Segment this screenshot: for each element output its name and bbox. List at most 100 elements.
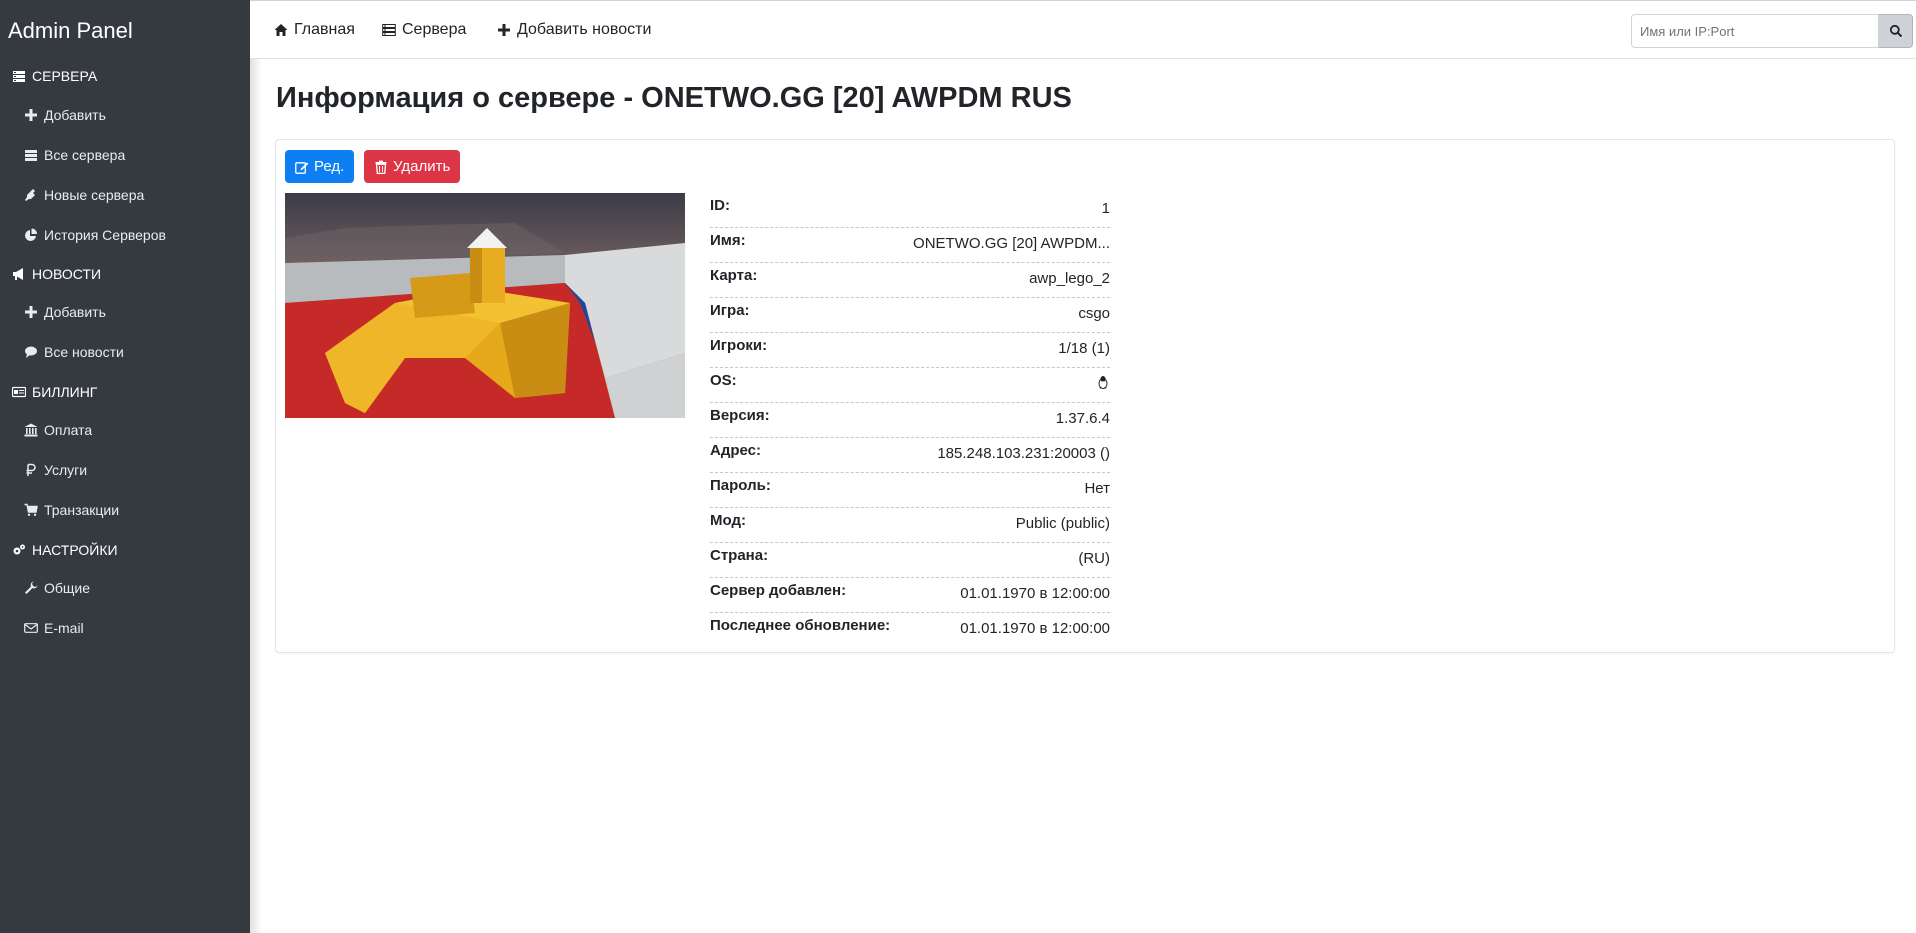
info-value: (RU) (1078, 550, 1110, 567)
sidebar-item-servers-add[interactable]: Добавить (24, 107, 106, 123)
nav-home-link[interactable]: Главная (274, 21, 355, 39)
edit-button[interactable]: Ред. (285, 150, 355, 183)
sidebar-item-news-add[interactable]: Добавить (24, 304, 106, 320)
info-key: Адрес: (710, 442, 761, 459)
server-icon (12, 69, 26, 83)
info-key: Игроки: (710, 337, 768, 354)
server-icon (24, 148, 38, 162)
map-preview-image (285, 193, 685, 418)
info-row-os: OS: (710, 368, 1110, 403)
search-button[interactable] (1879, 14, 1913, 48)
nav-servers-link[interactable]: Сервера (382, 21, 466, 39)
sidebar-section-news: НОВОСТИ (12, 266, 101, 282)
sidebar-section-label: СЕРВЕРА (32, 68, 98, 84)
info-value: ONETWO.GG [20] AWPDM... (913, 235, 1110, 252)
sidebar-shadow (250, 0, 262, 933)
sidebar-item-label: Оплата (44, 422, 93, 438)
info-key: Мод: (710, 512, 746, 529)
info-value: csgo (1078, 305, 1110, 322)
sidebar-item-settings-general[interactable]: Общие (24, 580, 90, 596)
info-key: OS: (710, 372, 737, 389)
sidebar-item-settings-email[interactable]: E-mail (24, 620, 84, 636)
delete-button-label: Удалить (393, 158, 451, 175)
info-value: awp_lego_2 (1029, 270, 1110, 287)
search-input[interactable] (1631, 14, 1879, 48)
page-title: Информация о сервере - ONETWO.GG [20] AW… (276, 82, 1072, 114)
info-value: Public (public) (1015, 515, 1110, 532)
info-row-country: Страна: (RU) (710, 543, 1110, 578)
sidebar-item-billing-services[interactable]: Услуги (24, 462, 87, 478)
info-row-version: Версия: 1.37.6.4 (710, 403, 1110, 438)
sidebar-item-label: Добавить (44, 304, 106, 320)
info-row-added: Сервер добавлен: 01.01.1970 в 12:00:00 (710, 578, 1110, 613)
comments-icon (24, 345, 38, 359)
trash-icon (374, 160, 388, 174)
info-value: 1.37.6.4 (1055, 410, 1110, 427)
sidebar-item-label: E-mail (44, 620, 84, 636)
sidebar-item-label: Общие (44, 580, 91, 596)
sidebar-section-label: НАСТРОЙКИ (32, 542, 118, 558)
edit-button-label: Ред. (314, 158, 345, 175)
brand-title[interactable]: Admin Panel (8, 18, 133, 44)
server-info-table: ID: 1 Имя: ONETWO.GG [20] AWPDM... Карта… (710, 193, 1110, 648)
nav-add-news-link[interactable]: Добавить новости (497, 21, 651, 39)
sidebar-section-billing: БИЛЛИНГ (12, 384, 97, 400)
pie-chart-icon (24, 228, 38, 242)
sidebar-item-label: Транзакции (44, 502, 120, 518)
plug-icon (24, 188, 38, 202)
info-row-map: Карта: awp_lego_2 (710, 263, 1110, 298)
sidebar-item-label: Новые сервера (44, 187, 145, 203)
info-row-name: Имя: ONETWO.GG [20] AWPDM... (710, 228, 1110, 263)
sidebar-section-settings: НАСТРОЙКИ (12, 542, 118, 558)
nav-servers-label: Сервера (402, 21, 467, 38)
info-key: Имя: (710, 232, 746, 249)
linux-icon (1096, 375, 1110, 389)
plus-icon (497, 23, 511, 37)
info-key: Карта: (710, 267, 758, 284)
info-value: 01.01.1970 в 12:00:00 (960, 585, 1110, 602)
info-value: 1/18 (1) (1058, 340, 1110, 357)
bank-icon (24, 423, 38, 437)
info-value: 1 (1101, 200, 1110, 217)
envelope-icon (24, 621, 38, 635)
bullhorn-icon (12, 267, 26, 281)
plus-icon (24, 108, 38, 122)
sidebar: Admin Panel СЕРВЕРА Добавить Все сервера… (0, 0, 250, 933)
info-row-password: Пароль: Нет (710, 473, 1110, 508)
sidebar-item-billing-transactions[interactable]: Транзакции (24, 502, 119, 518)
sidebar-item-servers-history[interactable]: История Серверов (24, 227, 166, 243)
plus-icon (24, 305, 38, 319)
info-key: Игра: (710, 302, 750, 319)
info-row-game: Игра: csgo (710, 298, 1110, 333)
info-key: ID: (710, 197, 730, 214)
info-row-id: ID: 1 (710, 193, 1110, 228)
nav-add-news-label: Добавить новости (517, 21, 652, 38)
sidebar-item-label: Добавить (44, 107, 106, 123)
sidebar-section-label: НОВОСТИ (32, 266, 102, 282)
home-icon (274, 23, 288, 37)
sidebar-item-label: Услуги (44, 462, 88, 478)
sidebar-item-servers-all[interactable]: Все сервера (24, 147, 125, 163)
cart-icon (24, 503, 38, 517)
info-key: Страна: (710, 547, 769, 564)
search-icon (1889, 24, 1903, 38)
info-row-address: Адрес: 185.248.103.231:20003 () (710, 438, 1110, 473)
gears-icon (12, 543, 26, 557)
sidebar-item-billing-payment[interactable]: Оплата (24, 422, 92, 438)
top-navbar: Главная Сервера Добавить новости (250, 0, 1916, 59)
id-card-icon (12, 385, 26, 399)
sidebar-item-news-all[interactable]: Все новости (24, 344, 124, 360)
sidebar-item-servers-new[interactable]: Новые сервера (24, 187, 144, 203)
info-row-mode: Мод: Public (public) (710, 508, 1110, 543)
info-row-players: Игроки: 1/18 (1) (710, 333, 1110, 368)
sidebar-item-label: Все сервера (44, 147, 126, 163)
info-key: Пароль: (710, 477, 771, 494)
delete-button[interactable]: Удалить (364, 150, 461, 183)
info-value: 185.248.103.231:20003 () (937, 445, 1110, 462)
info-key: Сервер добавлен: (710, 582, 847, 599)
sidebar-item-label: История Серверов (44, 227, 166, 243)
info-value: Нет (1084, 480, 1110, 497)
info-key: Последнее обновление: (710, 617, 891, 634)
sidebar-item-label: Все новости (44, 344, 124, 360)
info-key: Версия: (710, 407, 770, 424)
